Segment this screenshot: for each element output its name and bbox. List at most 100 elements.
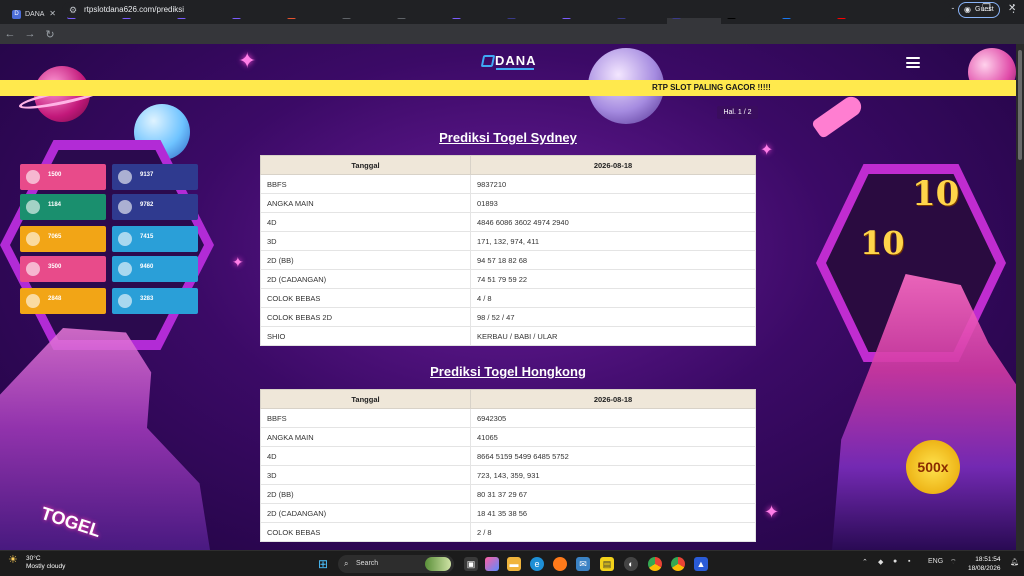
notification-icon[interactable]: 🔔︎: [1010, 558, 1019, 566]
row-value: 2 / 8: [470, 522, 756, 542]
sydney-title[interactable]: Prediksi Togel Sydney: [260, 130, 756, 145]
slot-symbol-ten: 10: [912, 174, 960, 214]
table-row: ANGKA MAIN 41065: [260, 427, 756, 447]
sticky-notes-icon[interactable]: ▤: [600, 557, 614, 571]
sparkle-icon: ✦: [232, 254, 244, 270]
copilot-icon[interactable]: [485, 557, 499, 571]
logo-underline: [496, 68, 534, 70]
profile-label: Guest: [975, 6, 994, 13]
row-label: ANGKA MAIN: [260, 193, 471, 213]
table-row: 4D 8664 5159 5499 6485 5752: [260, 446, 756, 466]
weather-widget[interactable]: ☀ 30°C Mostly cloudy: [8, 555, 65, 571]
row-value: 9837210: [470, 174, 756, 194]
table-row: BBFS 6942305: [260, 408, 756, 428]
row-value: 8664 5159 5499 6485 5752: [470, 446, 756, 466]
ball-icon: [118, 262, 132, 276]
tray-app-icon[interactable]: ◆: [878, 558, 883, 566]
row-value: 723, 143, 359, 931: [470, 465, 756, 485]
mail-icon[interactable]: ✉: [576, 557, 590, 571]
chrome-active-icon[interactable]: [671, 557, 685, 571]
tab-favicon-icon: D: [12, 9, 21, 19]
task-view-icon[interactable]: ▣: [464, 557, 478, 571]
page-scrollbar[interactable]: [1016, 44, 1024, 550]
logo-mark-icon: [480, 55, 496, 67]
announcement-marquee: RTP SLOT PALING GACOR !!!!!: [0, 80, 1016, 96]
table-row: COLOK BEBAS 4 / 8: [260, 288, 756, 308]
result-tile: 9137: [112, 164, 198, 190]
table-row: 2D (CADANGAN) 18 41 35 38 56: [260, 503, 756, 523]
back-icon[interactable]: ←: [0, 28, 20, 40]
file-explorer-icon[interactable]: ▬: [507, 557, 521, 571]
table-row: 3D 171, 132, 974, 411: [260, 231, 756, 251]
row-value: 01893: [470, 193, 756, 213]
ball-icon: [26, 294, 40, 308]
ball-icon: [118, 170, 132, 184]
table-row: ANGKA MAIN 01893: [260, 193, 756, 213]
ball-icon: [26, 200, 40, 214]
chrome-icon[interactable]: [648, 557, 662, 571]
table-row: 4D 4846 6086 3602 4974 2940: [260, 212, 756, 232]
row-value: 80 31 37 29 67: [470, 484, 756, 504]
row-label: 2D (CADANGAN): [260, 269, 471, 289]
tab-close-icon[interactable]: ✕: [49, 9, 56, 18]
tray-app-icon[interactable]: ▪: [908, 558, 910, 565]
site-info-icon[interactable]: ⚙: [69, 2, 77, 18]
tile-value: 9460: [140, 264, 154, 270]
firefox-icon[interactable]: [553, 557, 567, 571]
app-icon[interactable]: ◐: [624, 557, 638, 571]
slot-symbol-ten: 10: [860, 224, 905, 262]
tray-app-icon[interactable]: ●: [893, 558, 897, 565]
edge-icon[interactable]: e: [530, 557, 544, 571]
tile-value: 1500: [48, 172, 62, 178]
system-clock[interactable]: 18:51:54 18/08/2026: [968, 555, 1001, 573]
browser-menu-icon[interactable]: ⋮: [1008, 2, 1019, 15]
browser-tab[interactable]: DDANA✕: [7, 4, 61, 24]
app-icon[interactable]: ▲: [694, 557, 708, 571]
browser-toolbar: ← → ↻: [0, 24, 1024, 44]
result-tile: 1500: [20, 164, 106, 190]
search-highlight-image: [425, 557, 451, 571]
hongkong-title[interactable]: Prediksi Togel Hongkong: [260, 364, 756, 379]
row-label: 2D (CADANGAN): [260, 503, 471, 523]
header-date-value: 2026-08-18: [470, 155, 756, 175]
reload-icon[interactable]: ↻: [40, 28, 60, 41]
network-icon[interactable]: ⌔: [950, 558, 957, 567]
taskbar-search[interactable]: ⌕ Search: [338, 555, 454, 573]
sparkle-icon: ✦: [760, 142, 774, 159]
table-row: COLOK BEBAS 2D 98 / 52 / 47: [260, 307, 756, 327]
row-label: COLOK BEBAS 2D: [260, 307, 471, 327]
row-label: 4D: [260, 446, 471, 466]
table-row: 2D (CADANGAN) 74 51 79 59 22: [260, 269, 756, 289]
sydney-table: Tanggal 2026-08-18 BBFS 9837210 ANGKA MAIN…: [260, 155, 756, 346]
page-viewport: ✦ ✦ ✦ ✦ 1500 9137 1184 9782 7065 7415 3500 9460…: [0, 44, 1016, 550]
tile-value: 1184: [48, 202, 62, 208]
row-value: 18 41 35 38 56: [470, 503, 756, 523]
language-indicator[interactable]: ENG: [928, 558, 943, 565]
row-value: 98 / 52 / 47: [470, 307, 756, 327]
result-tile: 3500: [20, 256, 106, 282]
address-bar[interactable]: ⚙ rtpslotdana626.com/prediksi: [62, 2, 952, 18]
sparkle-icon: ✦: [764, 502, 780, 522]
hongkong-table: Tanggal 2026-08-18 BBFS 6942305 ANGKA MAIN…: [260, 389, 756, 542]
result-tile: 9460: [112, 256, 198, 282]
tile-value: 7415: [140, 234, 154, 240]
profile-button[interactable]: ◉ Guest: [958, 2, 1000, 18]
tile-value: 9782: [140, 202, 154, 208]
marquee-text: RTP SLOT PALING GACOR !!!!!: [652, 83, 771, 92]
clock-date: 18/08/2026: [968, 565, 1001, 572]
row-label: COLOK BEBAS: [260, 522, 471, 542]
header-date-label: Tanggal: [260, 389, 471, 409]
table-row: SHIO KERBAU / BABI / ULAR: [260, 326, 756, 346]
scrollbar-thumb[interactable]: [1018, 50, 1022, 160]
site-logo[interactable]: DANA: [480, 52, 538, 74]
page-indicator[interactable]: Hal. 1 / 2: [717, 106, 758, 119]
tray-overflow-icon[interactable]: ⌃: [862, 558, 868, 566]
site-header: DANA: [0, 44, 1016, 80]
result-tile: 2848: [20, 288, 106, 314]
row-value: 6942305: [470, 408, 756, 428]
row-label: 2D (BB): [260, 484, 471, 504]
hamburger-menu-icon[interactable]: [906, 57, 920, 68]
search-placeholder: Search: [356, 560, 379, 567]
forward-icon[interactable]: →: [20, 28, 40, 40]
start-icon[interactable]: ⊞: [316, 557, 330, 571]
